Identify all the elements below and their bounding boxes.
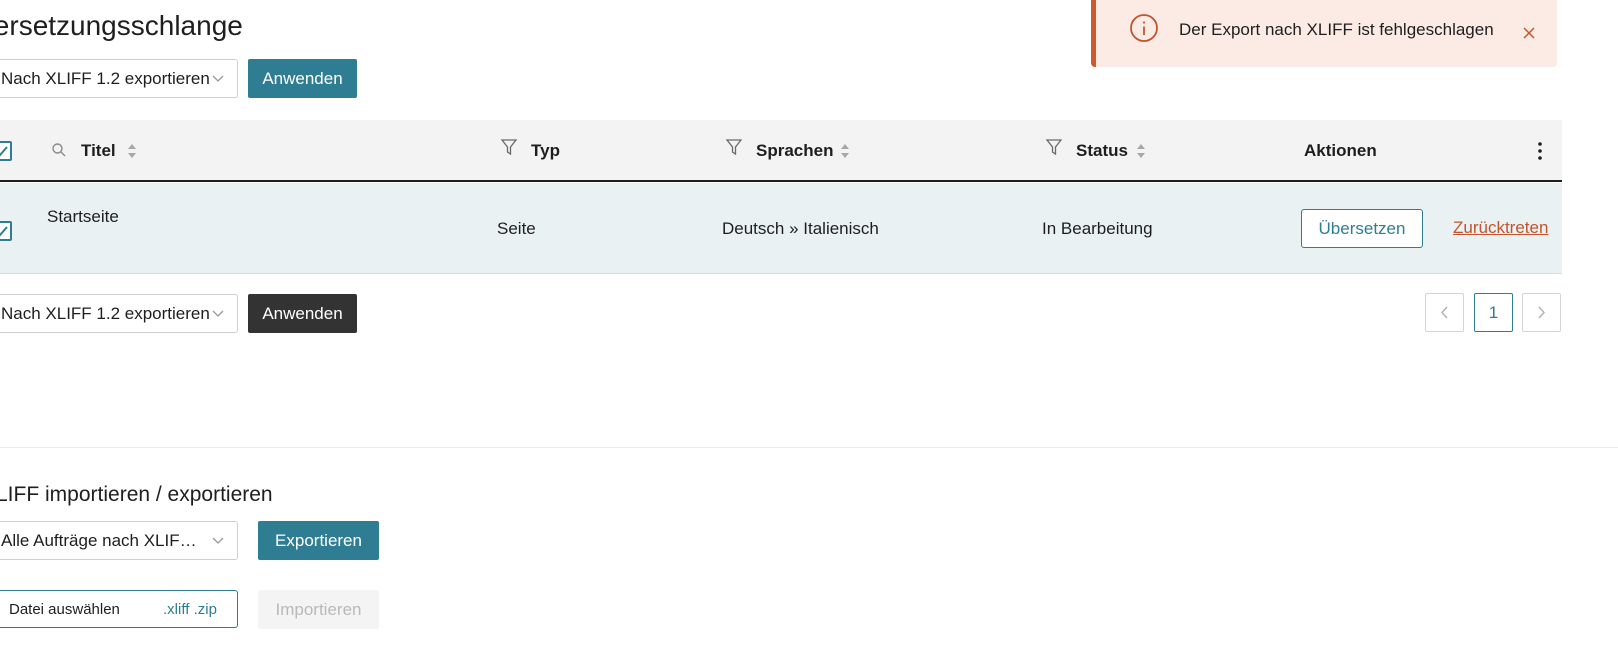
search-icon[interactable] xyxy=(51,142,67,158)
translate-button[interactable]: Übersetzen xyxy=(1301,209,1423,248)
row-title[interactable]: Startseite xyxy=(47,207,119,227)
column-header-type[interactable]: Typ xyxy=(531,120,560,182)
sort-icon[interactable] xyxy=(1136,143,1146,159)
section-divider xyxy=(0,447,1618,448)
chevron-left-icon xyxy=(1441,306,1448,319)
file-picker-extensions: .xliff .zip xyxy=(163,601,217,618)
apply-button-top[interactable]: Anwenden xyxy=(248,59,357,98)
row-type: Seite xyxy=(497,219,536,238)
pagination-next[interactable] xyxy=(1522,293,1561,332)
export-button[interactable]: Exportieren xyxy=(258,521,379,560)
file-picker-label: Datei auswählen xyxy=(9,601,120,618)
bulk-action-select-bottom[interactable]: Nach XLIFF 1.2 exportieren xyxy=(0,294,238,333)
chevron-down-icon xyxy=(212,310,224,317)
filter-icon[interactable] xyxy=(1045,138,1063,156)
filter-icon[interactable] xyxy=(725,138,743,156)
row-checkbox[interactable] xyxy=(0,221,12,241)
apply-button-bottom[interactable]: Anwenden xyxy=(248,294,357,333)
file-picker[interactable]: Datei auswählen .xliff .zip xyxy=(0,590,238,628)
bulk-action-select-top[interactable]: Nach XLIFF 1.2 exportieren xyxy=(0,59,238,98)
bulk-action-select-value: Nach XLIFF 1.2 exportieren xyxy=(1,69,210,88)
import-button[interactable]: Importieren xyxy=(258,590,379,629)
row-status: In Bearbeitung xyxy=(1042,219,1153,238)
chevron-down-icon xyxy=(212,75,224,82)
sort-icon[interactable] xyxy=(127,143,137,159)
chevron-right-icon xyxy=(1538,306,1545,319)
column-header-actions: Aktionen xyxy=(1304,141,1377,160)
column-header-languages[interactable]: Sprachen xyxy=(756,120,833,182)
withdraw-link[interactable]: Zurücktreten xyxy=(1453,218,1548,238)
checkbox-checked-icon xyxy=(0,146,8,157)
close-icon[interactable] xyxy=(1522,26,1536,40)
checkbox-checked-icon xyxy=(0,226,8,237)
pagination-prev[interactable] xyxy=(1425,293,1464,332)
pagination-page[interactable]: 1 xyxy=(1474,293,1513,332)
export-select[interactable]: Alle Aufträge nach XLIFF 1.2 exportieren xyxy=(0,521,238,560)
error-toast: Der Export nach XLIFF ist fehlgeschlagen xyxy=(1091,0,1557,67)
filter-icon[interactable] xyxy=(500,138,518,156)
column-header-title[interactable]: Titel xyxy=(81,120,116,182)
bulk-action-select-value: Nach XLIFF 1.2 exportieren xyxy=(1,304,210,323)
column-header-status[interactable]: Status xyxy=(1076,120,1128,182)
select-all-checkbox[interactable] xyxy=(0,141,12,161)
toast-message: Der Export nach XLIFF ist fehlgeschlagen xyxy=(1179,20,1494,39)
sort-icon[interactable] xyxy=(840,143,850,159)
section-heading: XLIFF importieren / exportieren xyxy=(0,483,273,506)
more-vertical-icon[interactable] xyxy=(1532,141,1548,161)
table-header: Titel Typ Sprachen Status Aktionen xyxy=(0,120,1562,182)
info-icon xyxy=(1130,14,1158,42)
page-title: Übersetzungsschlange xyxy=(0,10,243,41)
export-select-value: Alle Aufträge nach XLIFF 1.2 exportieren xyxy=(1,531,203,550)
row-languages: Deutsch » Italienisch xyxy=(722,219,879,238)
chevron-down-icon xyxy=(212,537,224,544)
